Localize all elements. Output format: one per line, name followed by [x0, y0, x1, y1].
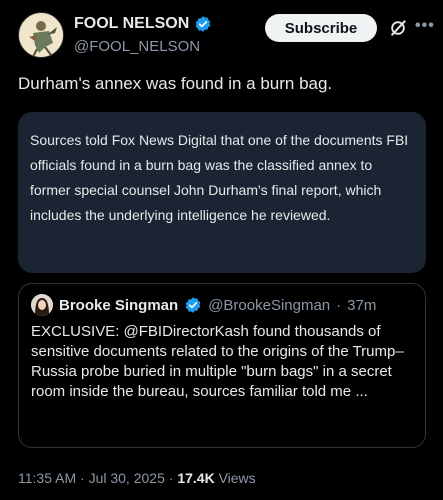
- views-label: Views: [218, 470, 256, 486]
- quoted-author-name: Brooke Singman: [59, 296, 179, 314]
- post-time[interactable]: 11:35 AM: [18, 470, 76, 486]
- context-card[interactable]: Sources told Fox News Digital that one o…: [18, 112, 426, 273]
- meta-separator: ·: [80, 470, 89, 486]
- quoted-post-time: 37m: [347, 296, 377, 314]
- quoted-separator: ·: [336, 296, 342, 314]
- post-text: Durham's annex was found in a burn bag.: [18, 74, 333, 93]
- grok-icon[interactable]: [388, 18, 408, 38]
- avatar[interactable]: [18, 12, 64, 58]
- post-meta: 11:35 AM · Jul 30, 2025 · 17.4K Views: [18, 470, 256, 486]
- quoted-post-header: Brooke Singman @BrookeSingman · 37m: [31, 294, 413, 316]
- subscribe-button[interactable]: Subscribe: [265, 14, 377, 42]
- post-header: FOOL NELSON @FOOL_NELSON Subscribe •••: [18, 12, 434, 62]
- quoted-post[interactable]: Brooke Singman @BrookeSingman · 37m EXCL…: [18, 283, 426, 448]
- author-handle[interactable]: @FOOL_NELSON: [74, 36, 212, 58]
- quoted-post-text: EXCLUSIVE: @FBIDirectorKash found thousa…: [31, 323, 404, 400]
- views-count: 17.4K: [177, 470, 215, 486]
- more-icon[interactable]: •••: [415, 17, 435, 35]
- post-date[interactable]: Jul 30, 2025: [89, 470, 165, 486]
- context-card-text: Sources told Fox News Digital that one o…: [30, 132, 409, 223]
- verified-badge-icon: [195, 16, 211, 32]
- quoted-author-avatar: [31, 294, 53, 316]
- author-display-name[interactable]: FOOL NELSON: [74, 14, 189, 34]
- quoted-author-handle: @BrookeSingman: [208, 296, 331, 314]
- verified-badge-icon: [185, 297, 201, 313]
- author-name-row[interactable]: FOOL NELSON: [74, 14, 212, 34]
